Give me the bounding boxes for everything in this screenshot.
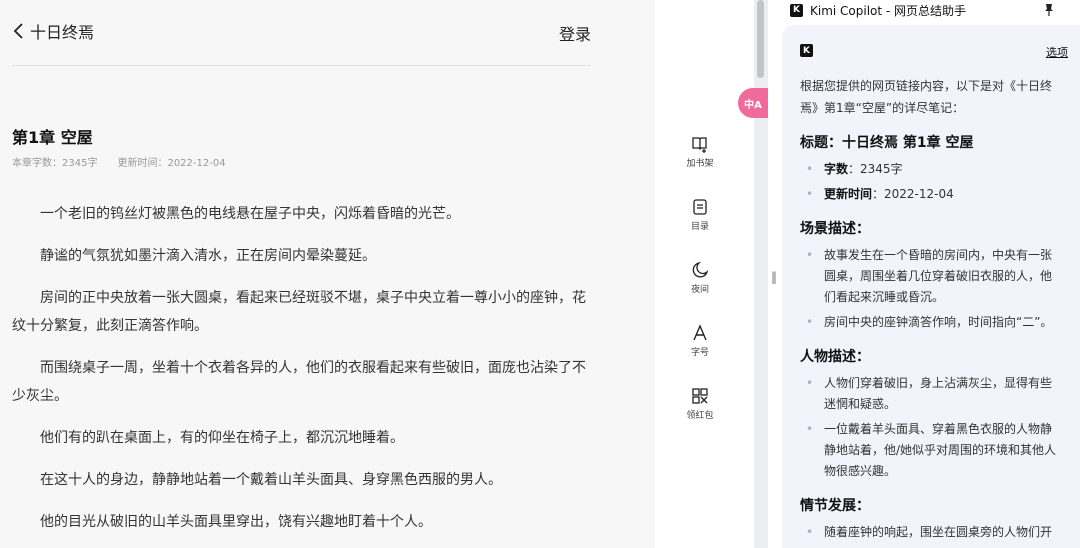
- list-item: 房间中央的座钟滴答作响，时间指向“二”。: [800, 312, 1062, 333]
- paragraph: 房间的正中央放着一张大圆桌，看起来已经斑驳不堪，桌子中央立着一尊小小的座钟，花纹…: [12, 290, 586, 334]
- scrollbar-thumb[interactable]: [757, 0, 764, 78]
- reader-tool-rail: 加书架 目录 夜间 字号 领红包: [676, 128, 724, 443]
- summary-title-heading: 标题：十日终焉 第1章 空屋: [800, 135, 974, 151]
- panel-resize-handle[interactable]: ‖: [771, 270, 777, 284]
- scene-heading: 场景描述：: [800, 221, 870, 237]
- night-mode-button[interactable]: 夜间: [676, 254, 724, 302]
- kimi-title: Kimi Copilot - 网页总结助手: [810, 3, 967, 18]
- update-time: 更新时间：2022-12-04: [117, 158, 226, 169]
- back-button[interactable]: 十日终焉: [12, 19, 94, 43]
- moon-icon: [692, 261, 709, 278]
- red-packet-label: 领红包: [686, 411, 714, 421]
- font-size-label: 字号: [690, 348, 709, 358]
- word-count: 本章字数：2345字: [12, 158, 98, 169]
- plot-list: 随着座钟的响起，围坐在圆桌旁的人物们开: [800, 522, 1062, 543]
- toc-button[interactable]: 目录: [676, 191, 724, 239]
- scene-list: 故事发生在一个昏暗的房间内，中央有一张圆桌，周围坐着几位穿着破旧衣服的人，他们看…: [800, 245, 1062, 333]
- font-icon: [693, 324, 707, 341]
- list-item: 随着座钟的响起，围坐在圆桌旁的人物们开: [800, 522, 1062, 543]
- chapter-content: 一个老旧的钨丝灯被黑色的电线悬在屋子中央，闪烁着昏暗的光芒。 静谧的气氛犹如墨汁…: [12, 200, 592, 548]
- paragraph: 在这十人的身边，静静地站着一个戴着山羊头面具、身穿黑色西服的男人。: [40, 472, 502, 488]
- red-packet-button[interactable]: 领红包: [676, 380, 724, 428]
- summary-card: K 选项 根据您提供的网页链接内容，以下是对《十日终焉》第1章“空屋”的详尽笔记…: [782, 25, 1080, 548]
- list-item: 人物们穿着破旧，身上沾满灰尘，显得有些迷惘和疑惑。: [800, 373, 1062, 415]
- list-item: 一位戴着羊头面具、穿着黑色衣服的人物静静地站着，他/她似乎对周围的环境和其他人物…: [800, 419, 1062, 482]
- character-list: 人物们穿着破旧，身上沾满灰尘，显得有些迷惘和疑惑。 一位戴着羊头面具、穿着黑色衣…: [800, 373, 1062, 482]
- kimi-avatar-icon: K: [800, 44, 813, 57]
- plot-heading: 情节发展：: [800, 498, 870, 514]
- login-button[interactable]: 登录: [559, 21, 591, 45]
- paragraph: 一个老旧的钨丝灯被黑色的电线悬在屋子中央，闪烁着昏暗的光芒。: [40, 206, 460, 222]
- toc-label: 目录: [690, 222, 709, 232]
- qr-code-icon: [692, 388, 708, 404]
- chapter-title: 第1章 空屋: [12, 128, 93, 147]
- add-bookshelf-label: 加书架: [686, 159, 714, 169]
- kimi-logo-icon: K: [790, 3, 803, 17]
- list-item: 更新时间：2022-12-04: [800, 184, 1062, 205]
- list-item: 故事发生在一个昏暗的房间内，中央有一张圆桌，周围坐着几位穿着破旧衣服的人，他们看…: [800, 245, 1062, 308]
- options-link[interactable]: 选项: [1046, 44, 1068, 60]
- list-item: 字数：2345字: [800, 159, 1062, 180]
- scrollbar[interactable]: [754, 0, 768, 548]
- reader-pane: 十日终焉 登录 第1章 空屋 本章字数：2345字 更新时间：2022-12-0…: [0, 0, 655, 548]
- translate-button[interactable]: 中A: [738, 88, 768, 118]
- paragraph: 他们有的趴在桌面上，有的仰坐在椅子上，都沉沉地睡着。: [40, 430, 404, 446]
- summary-meta-list: 字数：2345字 更新时间：2022-12-04: [800, 159, 1062, 205]
- font-size-button[interactable]: 字号: [676, 317, 724, 365]
- paragraph: 而围绕桌子一周，坐着十个衣着各异的人，他们的衣服看起来有些破旧，面庞也沾染了不少…: [12, 360, 586, 404]
- kimi-panel: K Kimi Copilot - 网页总结助手 K 选项 根据您提供的网页链接内…: [768, 0, 1080, 548]
- book-title: 十日终焉: [30, 23, 95, 42]
- reader-header: 十日终焉 登录: [12, 0, 591, 66]
- book-add-icon: [692, 137, 707, 153]
- paragraph: 静谧的气氛犹如墨汁滴入清水，正在房间内晕染蔓延。: [40, 248, 376, 264]
- paragraph: 他的目光从破旧的山羊头面具里穿出，饶有兴趣地盯着十个人。: [40, 514, 432, 530]
- chapter-meta: 本章字数：2345字 更新时间：2022-12-04: [12, 154, 226, 169]
- night-mode-label: 夜间: [690, 285, 709, 295]
- character-heading: 人物描述：: [800, 349, 870, 365]
- chevron-left-icon: [13, 23, 23, 39]
- kimi-header: K Kimi Copilot - 网页总结助手: [790, 0, 1066, 20]
- pin-icon[interactable]: [1044, 3, 1054, 17]
- add-bookshelf-button[interactable]: 加书架: [676, 128, 724, 176]
- summary-intro: 根据您提供的网页链接内容，以下是对《十日终焉》第1章“空屋”的详尽笔记：: [800, 79, 1053, 115]
- list-icon: [693, 199, 707, 215]
